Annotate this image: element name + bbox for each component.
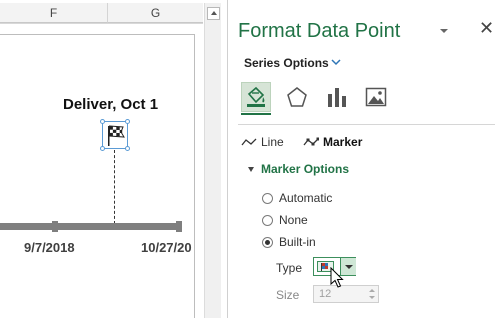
series-options-tab[interactable] (322, 82, 352, 112)
size-label: Size (276, 288, 300, 302)
column-header-g[interactable]: G (108, 3, 203, 23)
line-subtab[interactable]: Line (241, 135, 284, 149)
radio-none[interactable]: None (262, 213, 308, 227)
axis-date-label: 10/27/20 (141, 240, 192, 255)
worksheet-area[interactable]: F G Deliver, Oct 1 9/7/2018 10/27/20 (0, 0, 203, 318)
selected-data-point-marker[interactable] (100, 119, 130, 151)
scroll-up-arrow-icon[interactable] (207, 7, 220, 20)
divider (238, 124, 495, 125)
timeline-axis-bar[interactable] (0, 223, 182, 230)
selection-handle[interactable] (125, 119, 130, 124)
selection-handle[interactable] (125, 146, 130, 151)
marker-subtab[interactable]: Marker (303, 135, 362, 149)
gridline (0, 23, 203, 24)
selection-handle[interactable] (100, 119, 105, 124)
series-options-dropdown[interactable]: Series Options (244, 56, 329, 70)
type-label: Type (276, 261, 303, 275)
chevron-down-icon[interactable] (331, 59, 341, 66)
vertical-scrollbar[interactable] (204, 3, 221, 318)
marker-options-heading: Marker Options (261, 162, 350, 176)
selection-handle[interactable] (100, 146, 105, 151)
line-subtab-label: Line (261, 135, 284, 149)
collapse-triangle-icon (248, 166, 254, 172)
size-spinner[interactable]: 12 (313, 285, 379, 303)
milestone-data-label[interactable]: Deliver, Oct 1 (63, 96, 158, 113)
timeline-tick (176, 221, 182, 232)
radio-label: Built-in (279, 235, 316, 249)
fill-line-tab[interactable] (241, 82, 271, 112)
mouse-pointer-icon (330, 267, 344, 288)
selected-tab-indicator (241, 113, 271, 115)
marker-line-icon (303, 137, 319, 146)
scrollbar-track[interactable] (206, 21, 221, 318)
column-header-f[interactable]: F (0, 3, 108, 23)
pane-title: Format Data Point (238, 20, 401, 42)
picture-icon (365, 87, 387, 107)
radio-built-in[interactable]: Built-in (262, 235, 316, 249)
radio-button-checked[interactable] (262, 236, 273, 248)
marker-options-section-header[interactable]: Marker Options (248, 162, 349, 176)
radio-automatic[interactable]: Automatic (262, 191, 332, 205)
marker-subtab-label: Marker (323, 135, 363, 149)
radio-button[interactable] (262, 214, 273, 226)
spin-up-icon[interactable] (367, 287, 377, 294)
effects-tab[interactable] (282, 82, 312, 112)
dropdown-arrow-icon[interactable] (439, 27, 449, 35)
line-icon (241, 138, 257, 146)
radio-label: None (279, 213, 308, 227)
radio-button[interactable] (262, 192, 273, 204)
spin-down-icon[interactable] (367, 294, 377, 301)
timeline-tick (52, 221, 58, 232)
format-data-point-pane: Format Data Point ✕ Series Options Line … (227, 0, 498, 318)
radio-label: Automatic (279, 191, 333, 205)
chart-area[interactable] (0, 34, 195, 318)
size-value: 12 (319, 288, 332, 300)
pentagon-icon (287, 87, 307, 107)
size-properties-tab[interactable] (361, 82, 391, 112)
axis-date-label: 9/7/2018 (24, 240, 75, 255)
bar-chart-icon (328, 88, 346, 107)
close-icon[interactable]: ✕ (479, 18, 494, 38)
paint-bucket-icon (247, 86, 265, 107)
milestone-leader-line (114, 150, 115, 224)
